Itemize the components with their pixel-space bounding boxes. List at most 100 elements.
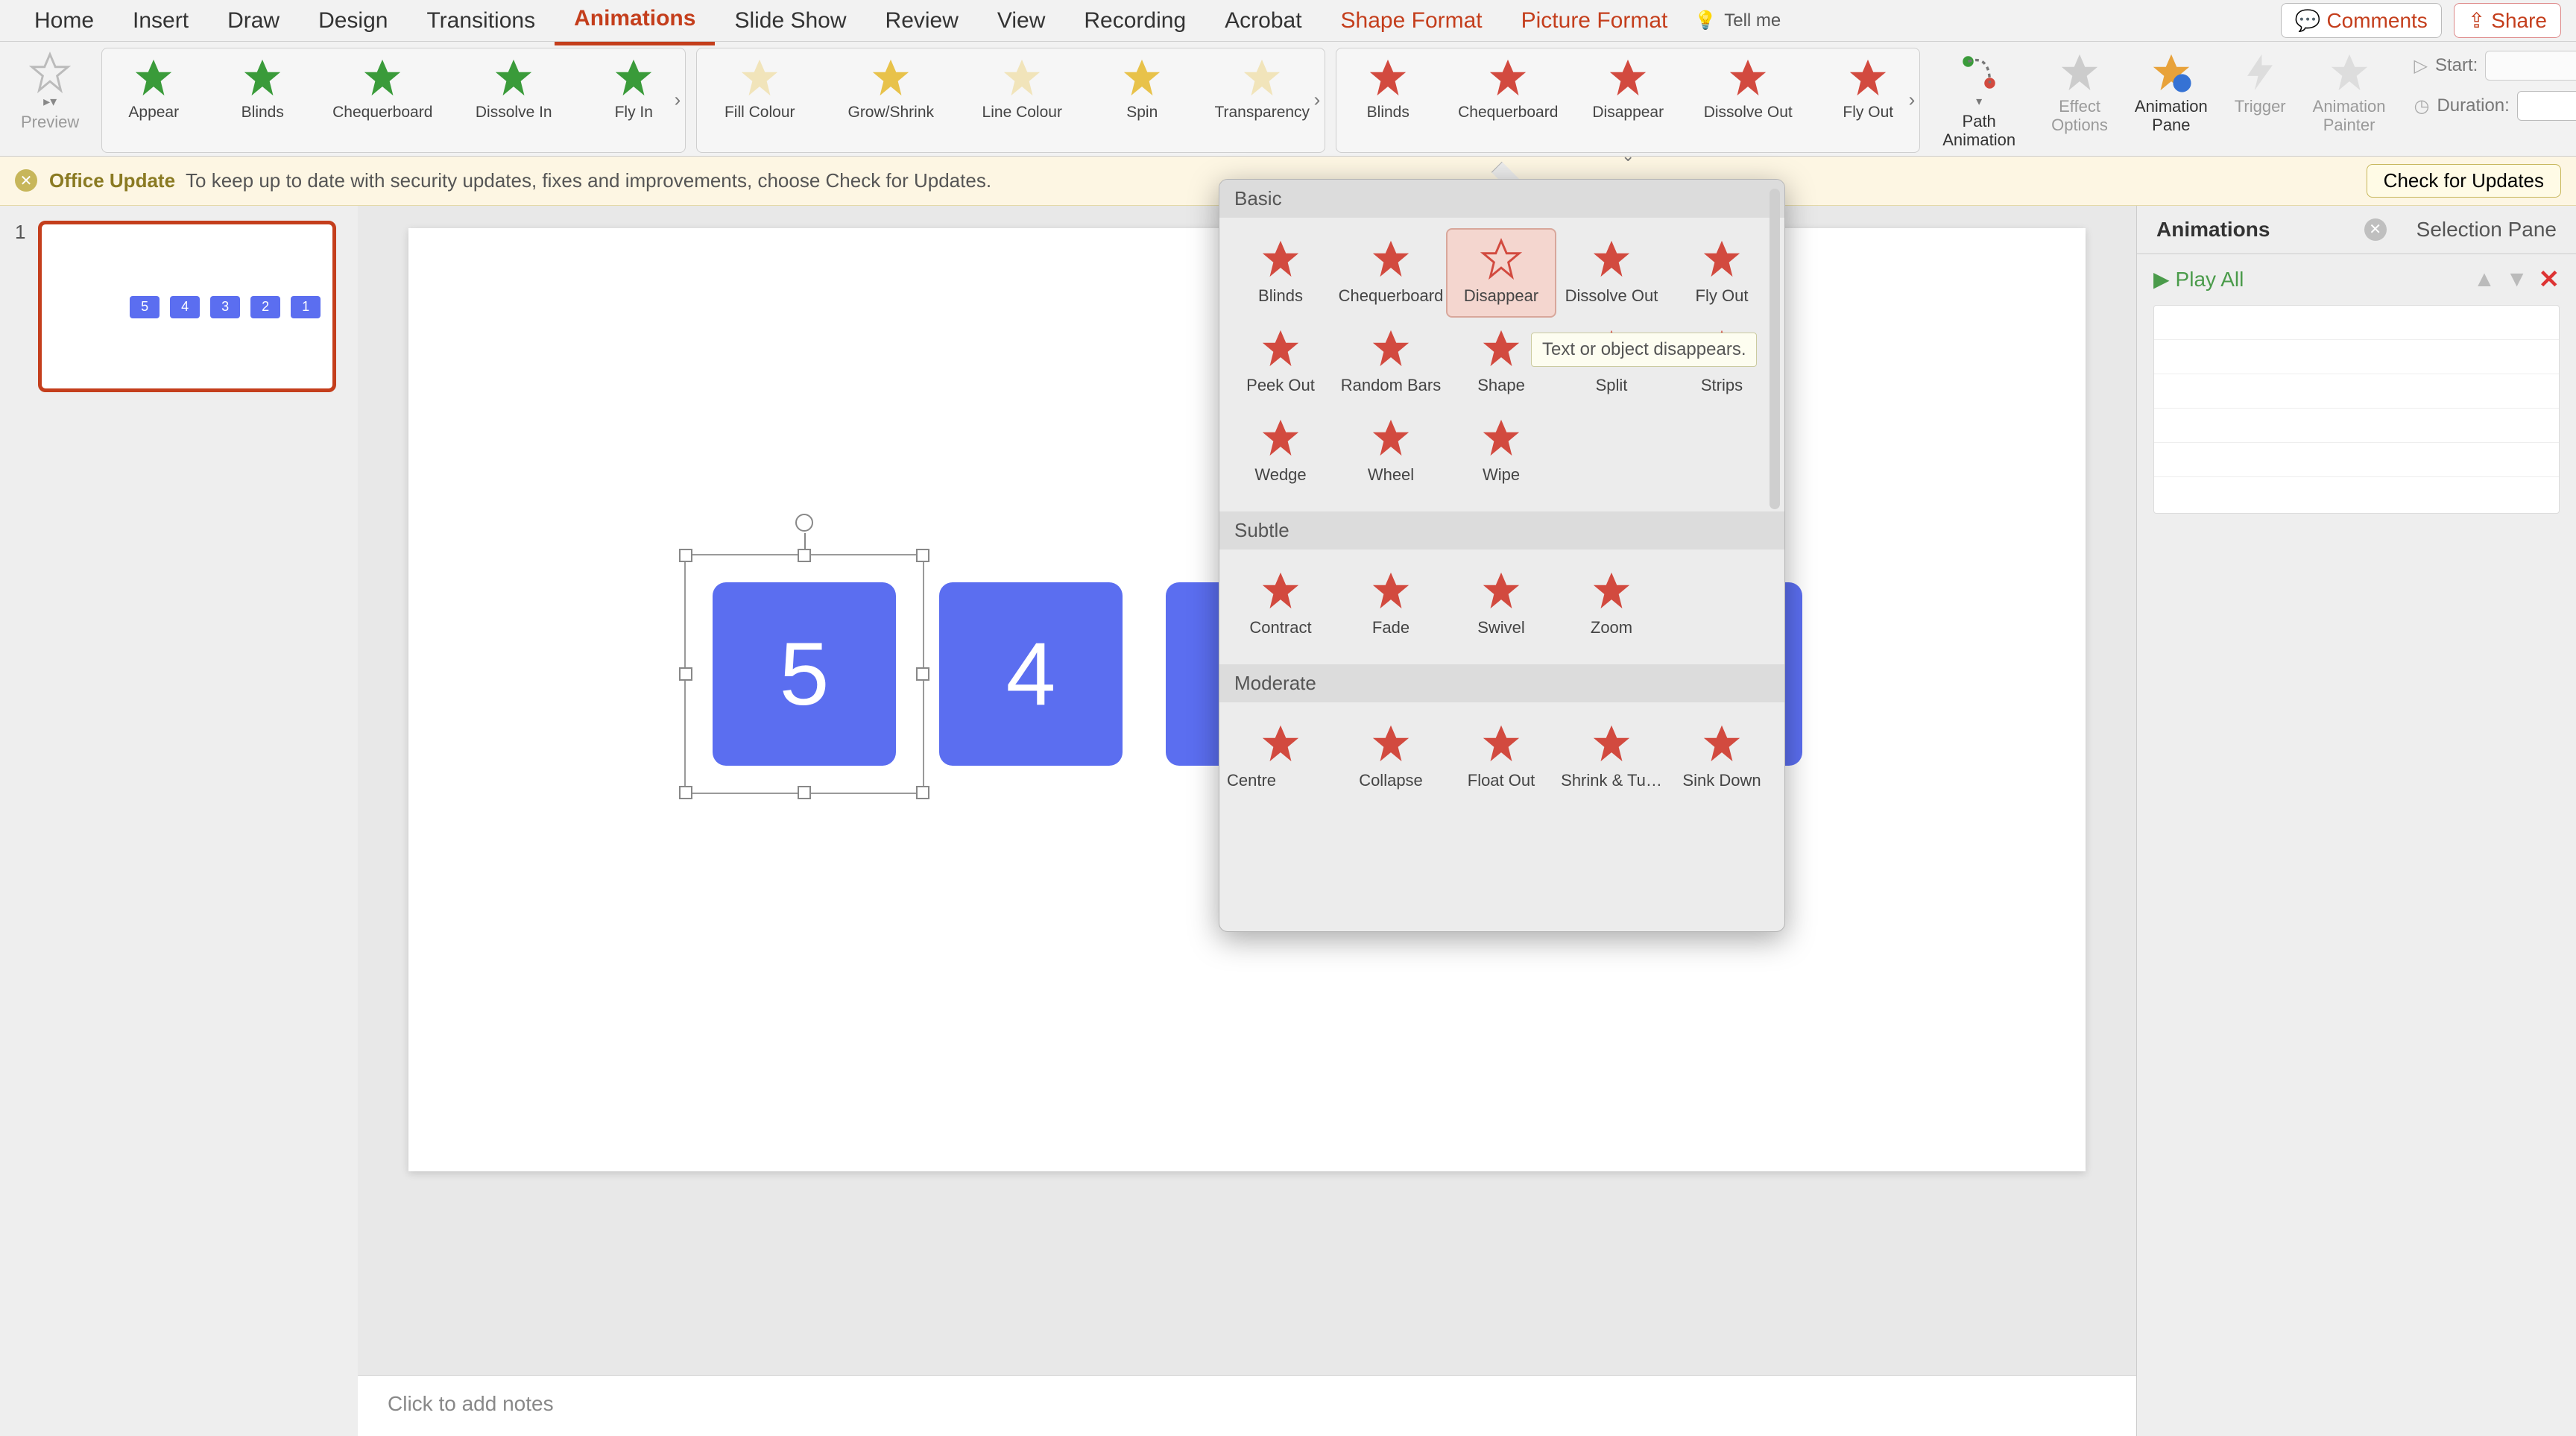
- pane-tabs: Animations ✕ Selection Pane: [2137, 206, 2576, 254]
- anim-chequerboard[interactable]: Chequerboard: [1456, 56, 1560, 122]
- resize-handle[interactable]: [679, 786, 692, 799]
- tab-home[interactable]: Home: [15, 0, 113, 44]
- anim-dissolve-in[interactable]: Dissolve In: [461, 56, 566, 122]
- right-pane: Animations ✕ Selection Pane ▶ Play All ▲…: [2136, 206, 2576, 1436]
- star-icon: [492, 56, 535, 99]
- anim-label: Line Colour: [982, 104, 1062, 122]
- check-updates-button[interactable]: Check for Updates: [2367, 164, 2561, 198]
- preview-button[interactable]: ▸▾ Preview: [7, 48, 92, 153]
- path-animation-button[interactable]: ▾ Path Animation: [1929, 48, 2029, 153]
- close-icon[interactable]: ✕: [2364, 218, 2387, 241]
- resize-handle[interactable]: [679, 549, 692, 562]
- anim-fly-out[interactable]: Fly Out: [1827, 56, 1909, 122]
- play-all-button[interactable]: ▶ Play All: [2153, 267, 2244, 292]
- scrollbar[interactable]: [1770, 189, 1780, 509]
- tab-picture-format[interactable]: Picture Format: [1502, 0, 1688, 44]
- resize-handle[interactable]: [916, 549, 929, 562]
- gallery-more-icon[interactable]: ›: [675, 89, 681, 112]
- close-icon[interactable]: ✕: [15, 169, 37, 192]
- gallery-more-icon[interactable]: ›: [1909, 89, 1916, 112]
- anim-spin[interactable]: Spin: [1101, 56, 1183, 122]
- effect-wipe[interactable]: Wipe: [1446, 407, 1556, 497]
- effect-fade[interactable]: Fade: [1336, 560, 1446, 649]
- effect-fly-out[interactable]: Fly Out: [1667, 228, 1777, 318]
- tab-view[interactable]: View: [978, 0, 1064, 44]
- share-button[interactable]: ⇪ Share: [2454, 3, 2561, 38]
- tab-insert[interactable]: Insert: [113, 0, 208, 44]
- tab-design[interactable]: Design: [299, 0, 407, 44]
- effect-random-bars[interactable]: Random Bars: [1336, 318, 1446, 407]
- tab-acrobat[interactable]: Acrobat: [1205, 0, 1321, 44]
- resize-handle[interactable]: [798, 786, 811, 799]
- effect-collapse[interactable]: Collapse: [1336, 713, 1446, 792]
- rotate-handle[interactable]: [795, 514, 813, 532]
- effect-disappear[interactable]: Disappear: [1446, 228, 1556, 318]
- tab-recording[interactable]: Recording: [1064, 0, 1205, 44]
- animation-pane-button[interactable]: Animation Pane: [2121, 48, 2221, 153]
- anim-fill-colour[interactable]: Fill Colour: [707, 56, 812, 122]
- anim-label: Dissolve In: [476, 104, 552, 122]
- effect-swivel[interactable]: Swivel: [1446, 560, 1556, 649]
- effect-peek-out[interactable]: Peek Out: [1225, 318, 1336, 407]
- effect-chequerboard[interactable]: Chequerboard: [1336, 228, 1446, 318]
- star-icon: [1480, 416, 1523, 459]
- anim-dissolve-out[interactable]: Dissolve Out: [1696, 56, 1800, 122]
- anim-blinds[interactable]: Blinds: [1347, 56, 1429, 122]
- tab-shape-format[interactable]: Shape Format: [1322, 0, 1502, 44]
- star-icon: [1726, 56, 1770, 99]
- mini-shape: 2: [250, 296, 280, 318]
- resize-handle[interactable]: [679, 667, 692, 681]
- effect-options-button: Effect Options: [2038, 48, 2121, 153]
- popover-section-header: Basic: [1219, 180, 1784, 218]
- effect-blinds[interactable]: Blinds: [1225, 228, 1336, 318]
- slide-shape-4[interactable]: 4: [939, 582, 1123, 766]
- effect-options-label: Effect Options: [2051, 97, 2108, 135]
- anim-label: Spin: [1126, 104, 1158, 122]
- move-down-icon[interactable]: ▼: [2506, 267, 2528, 292]
- tab-slideshow[interactable]: Slide Show: [715, 0, 865, 44]
- effect-shrink-tu-[interactable]: Shrink & Tu…: [1556, 713, 1667, 792]
- start-select[interactable]: [2485, 51, 2576, 81]
- effect-wheel[interactable]: Wheel: [1336, 407, 1446, 497]
- delete-icon[interactable]: ✕: [2539, 265, 2560, 295]
- effect-zoom[interactable]: Zoom: [1556, 560, 1667, 649]
- effect-dissolve-out[interactable]: Dissolve Out: [1556, 228, 1667, 318]
- tab-draw[interactable]: Draw: [208, 0, 299, 44]
- effect-sink-down[interactable]: Sink Down: [1667, 713, 1777, 792]
- tab-animations[interactable]: Animations: [555, 0, 715, 45]
- mini-shape: 3: [210, 296, 240, 318]
- resize-handle[interactable]: [916, 667, 929, 681]
- resize-handle[interactable]: [916, 786, 929, 799]
- effect-float-out[interactable]: Float Out: [1446, 713, 1556, 792]
- pane-tab-selection[interactable]: Selection Pane: [2397, 206, 2576, 253]
- star-icon: [1259, 569, 1302, 612]
- notes-placeholder[interactable]: Click to add notes: [358, 1375, 2136, 1436]
- effect-wedge[interactable]: Wedge: [1225, 407, 1336, 497]
- play-icon: ▶: [2153, 267, 2170, 292]
- resize-handle[interactable]: [798, 549, 811, 562]
- chevron-down-icon[interactable]: ⌄: [1621, 146, 1635, 166]
- star-icon: [869, 56, 912, 99]
- anim-label: Chequerboard: [1458, 104, 1558, 122]
- anim-grow-shrink[interactable]: Grow/Shrink: [839, 56, 943, 122]
- effect-contract[interactable]: Contract: [1225, 560, 1336, 649]
- slide-shape-5[interactable]: 5: [713, 582, 896, 766]
- animation-list[interactable]: [2153, 305, 2560, 514]
- anim-line-colour[interactable]: Line Colour: [970, 56, 1074, 122]
- anim-chequerboard[interactable]: Chequerboard: [330, 56, 435, 122]
- tab-transitions[interactable]: Transitions: [407, 0, 555, 44]
- tab-review[interactable]: Review: [866, 0, 978, 44]
- anim-appear[interactable]: Appear: [113, 56, 195, 122]
- effect-centre-revo-[interactable]: Centre Revo…: [1225, 713, 1336, 792]
- pane-tab-animations[interactable]: Animations: [2137, 206, 2289, 253]
- slide-thumbnail-1[interactable]: 54321: [38, 221, 336, 392]
- anim-blinds[interactable]: Blinds: [221, 56, 303, 122]
- comments-button[interactable]: 💬 Comments: [2281, 3, 2442, 38]
- move-up-icon[interactable]: ▲: [2473, 267, 2496, 292]
- anim-transparency[interactable]: Transparency: [1210, 56, 1314, 122]
- tell-me[interactable]: 💡 Tell me: [1694, 10, 1781, 31]
- anim-fly-in[interactable]: Fly In: [593, 56, 675, 122]
- gallery-more-icon[interactable]: ›: [1314, 89, 1321, 112]
- duration-input[interactable]: [2517, 91, 2576, 121]
- anim-disappear[interactable]: Disappear: [1587, 56, 1669, 122]
